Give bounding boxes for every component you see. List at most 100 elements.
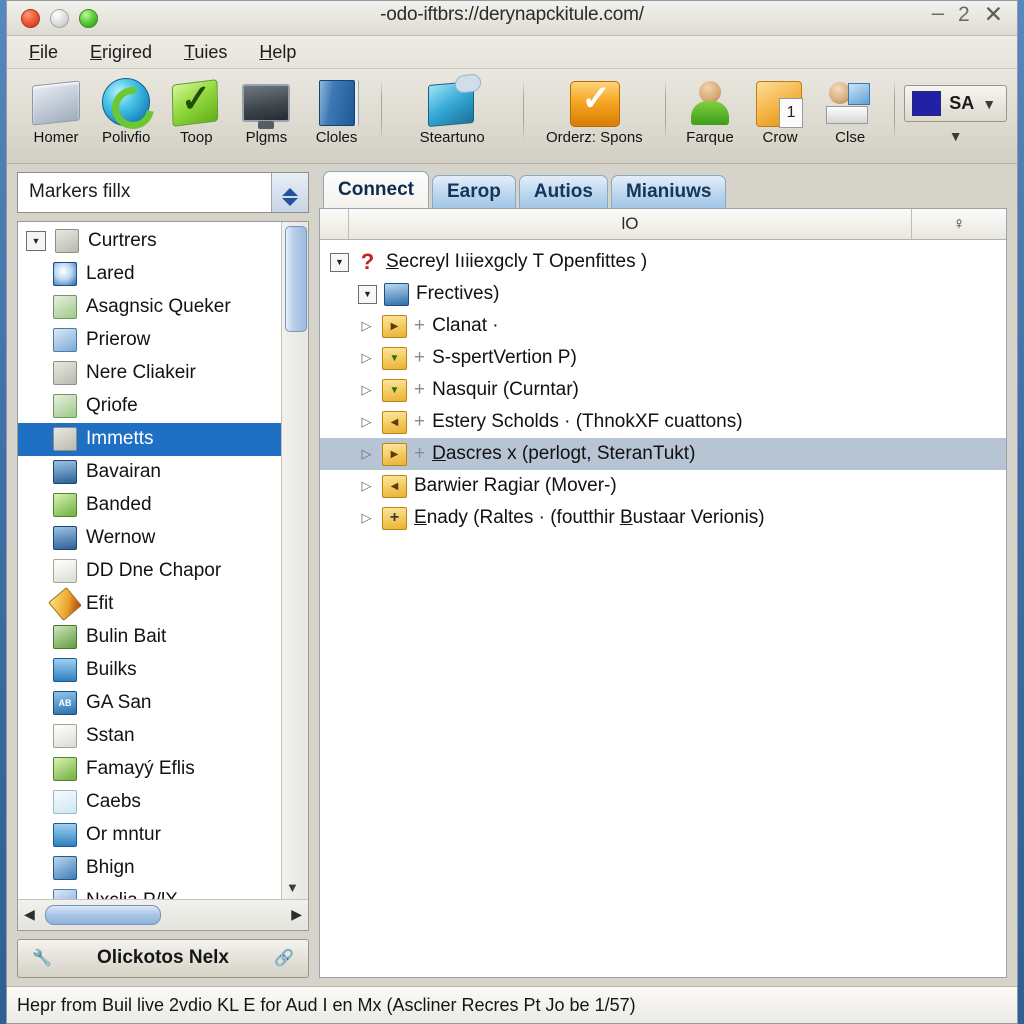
- list-item[interactable]: GA San: [18, 687, 281, 720]
- chevron-right-icon[interactable]: ▷: [358, 350, 375, 366]
- list-item[interactable]: Famayý Eflis: [18, 753, 281, 786]
- tree-row[interactable]: ▷ + Nasquir (Curntar): [320, 374, 1006, 406]
- chevron-right-icon[interactable]: ▷: [358, 318, 375, 334]
- tree-row-text: ascres x (perlogt, SteranTukt): [445, 443, 696, 464]
- menu-item-file[interactable]: File: [25, 40, 62, 65]
- list-item[interactable]: Prierow: [18, 324, 281, 357]
- toolbar-button-label: Cloles: [315, 129, 358, 146]
- color-selector-dropdown[interactable]: SA ▼: [904, 85, 1008, 122]
- tree-column-header-help-icon[interactable]: ♀: [912, 209, 1006, 239]
- list-item-label: Bulin Bait: [86, 626, 167, 648]
- toolbar-button-crow[interactable]: Crow: [745, 73, 815, 155]
- toolbar-button-polivfio[interactable]: Polivfio: [91, 73, 161, 155]
- toolbar-button-clse[interactable]: Clse: [815, 73, 885, 155]
- sidebar-horizontal-scrollbar[interactable]: ◀ ▶: [18, 898, 308, 930]
- tree-row[interactable]: ▷ + S-spertVertion P): [320, 342, 1006, 374]
- horizontal-scrollbar-thumb[interactable]: [44, 904, 161, 925]
- list-item[interactable]: Or mntur: [18, 819, 281, 852]
- list-item[interactable]: Asagnsic Queker: [18, 291, 281, 324]
- tree-row[interactable]: ▼ Frectives): [320, 278, 1006, 310]
- tree-row-selected[interactable]: ▷ + Dascres x (perlogt, SteranTukt): [320, 438, 1006, 470]
- chevron-right-icon[interactable]: ▷: [358, 414, 375, 430]
- paper-icon: [53, 724, 77, 749]
- tab-connect[interactable]: Connect: [323, 171, 429, 208]
- card-icon: [55, 229, 79, 254]
- application-window: -odo-iftbrs://derynapckitule.com/ – 2 ✕ …: [6, 0, 1018, 1024]
- close-button[interactable]: ✕: [984, 3, 1003, 26]
- list-item-label: Bhign: [86, 857, 135, 879]
- tab-earop[interactable]: Earop: [432, 175, 516, 208]
- toolbar-button-steartuno[interactable]: Steartuno: [391, 73, 514, 155]
- toolbar-button-homer[interactable]: Homer: [21, 73, 91, 155]
- list-item[interactable]: Nere Cliakeir: [18, 357, 281, 390]
- star-green-icon: [53, 757, 77, 782]
- chevron-down-icon[interactable]: ▼: [26, 231, 46, 252]
- list-item[interactable]: Nxclia P/lX: [18, 885, 281, 899]
- restore-button[interactable]: 2: [958, 4, 970, 25]
- menu-item-tuies[interactable]: Tuies: [180, 40, 231, 65]
- markers-filter-input[interactable]: Markers fillx: [18, 173, 271, 212]
- markers-filter-combo[interactable]: Markers fillx: [17, 172, 309, 213]
- spinner-updown-icon[interactable]: [271, 173, 308, 212]
- list-item[interactable]: Builks: [18, 654, 281, 687]
- scroll-left-arrow-icon[interactable]: ◀: [24, 906, 35, 923]
- toolbar-button-cloles[interactable]: Cloles: [302, 73, 372, 155]
- menu-item-erigired[interactable]: Erigired: [86, 40, 156, 65]
- tree-row[interactable]: ▼ ? Secreyl Iıiiexgcly T Openfittes ): [320, 246, 1006, 278]
- sidebar-list-box: ▼ Curtrers Lared Asagnsic Queker Prierow…: [17, 220, 309, 931]
- list-item-selected[interactable]: Immetts: [18, 422, 281, 456]
- list-item[interactable]: DD Dne Chapor: [18, 555, 281, 588]
- refresh-circle-icon: [102, 78, 151, 126]
- list-item[interactable]: Banded: [18, 489, 281, 522]
- tree-accel: D: [432, 443, 446, 464]
- menu-item-help[interactable]: Help: [255, 40, 300, 65]
- green-doc-icon: [53, 295, 77, 320]
- minimize-button[interactable]: –: [932, 2, 944, 24]
- tab-label: Mianiuws: [625, 181, 712, 202]
- vertical-scrollbar-thumb[interactable]: [285, 225, 307, 332]
- tree-row[interactable]: ▷ + Clanat ·: [320, 310, 1006, 342]
- list-item[interactable]: ▼ Curtrers: [18, 225, 281, 258]
- list-item[interactable]: Caebs: [18, 786, 281, 819]
- tree-row[interactable]: ▷ Enady (Raltes · (foutthir Bustaar Veri…: [320, 502, 1006, 534]
- tab-autios[interactable]: Autios: [518, 175, 608, 208]
- tree-column-header-1[interactable]: [320, 209, 349, 239]
- sidebar-vertical-scrollbar[interactable]: ▼: [281, 221, 308, 899]
- toolbar-button-toop[interactable]: Toop: [161, 73, 231, 155]
- tree-column-header-2[interactable]: lO: [349, 209, 912, 239]
- toolbar-button-plgms[interactable]: Plgms: [231, 73, 301, 155]
- list-item[interactable]: Wernow: [18, 522, 281, 555]
- list-item[interactable]: Bhign: [18, 852, 281, 885]
- list-item[interactable]: Efit: [18, 587, 281, 622]
- scroll-right-arrow-icon[interactable]: ▶: [291, 906, 302, 923]
- chevron-down-icon[interactable]: ▼: [358, 284, 377, 304]
- olickotos-nelx-button[interactable]: 🔧 Olickotos Nelx 🔗: [17, 938, 309, 978]
- yellow-left-icon: [382, 474, 407, 498]
- list-item[interactable]: Qriofe: [18, 390, 281, 423]
- sidebar-panel: Markers fillx ▼ Curtrers Lared Asagnsic …: [17, 172, 309, 986]
- tab-label: Connect: [338, 179, 414, 200]
- list-item[interactable]: Bavairan: [18, 456, 281, 489]
- toolbar-button-orderz-spons[interactable]: Orderz: Spons: [533, 73, 656, 155]
- list-item[interactable]: Lared: [18, 258, 281, 291]
- chevron-right-icon[interactable]: ▷: [358, 446, 375, 462]
- yellow-play-icon: [382, 314, 407, 338]
- tab-mianiuws[interactable]: Mianiuws: [610, 175, 727, 208]
- chevron-right-icon[interactable]: ▷: [358, 510, 375, 526]
- list-item[interactable]: Sstan: [18, 720, 281, 753]
- chevron-down-icon[interactable]: ▼: [330, 252, 349, 272]
- toolbar-button-label: Polivfio: [102, 129, 151, 146]
- menu-accel: T: [184, 41, 195, 62]
- list-item-label: Asagnsic Queker: [86, 296, 231, 318]
- db-blue-icon: [384, 282, 409, 306]
- tree-row[interactable]: ▷ + Estery Scholds · (ThnokXF cuattons): [320, 406, 1006, 438]
- tree-row[interactable]: ▷ Barwier Ragiar (Mover-): [320, 470, 1006, 502]
- chevron-right-icon[interactable]: ▷: [358, 478, 375, 494]
- toolbar-overflow-chevron-icon[interactable]: ▼: [949, 128, 963, 144]
- scroll-down-arrow-icon[interactable]: ▼: [286, 880, 299, 895]
- toolbar-button-farque[interactable]: Farque: [675, 73, 745, 155]
- list-item[interactable]: Bulin Bait: [18, 621, 281, 654]
- chevron-right-icon[interactable]: ▷: [358, 382, 375, 398]
- toolbar-separator: [380, 79, 382, 141]
- main-content: Markers fillx ▼ Curtrers Lared Asagnsic …: [7, 164, 1017, 986]
